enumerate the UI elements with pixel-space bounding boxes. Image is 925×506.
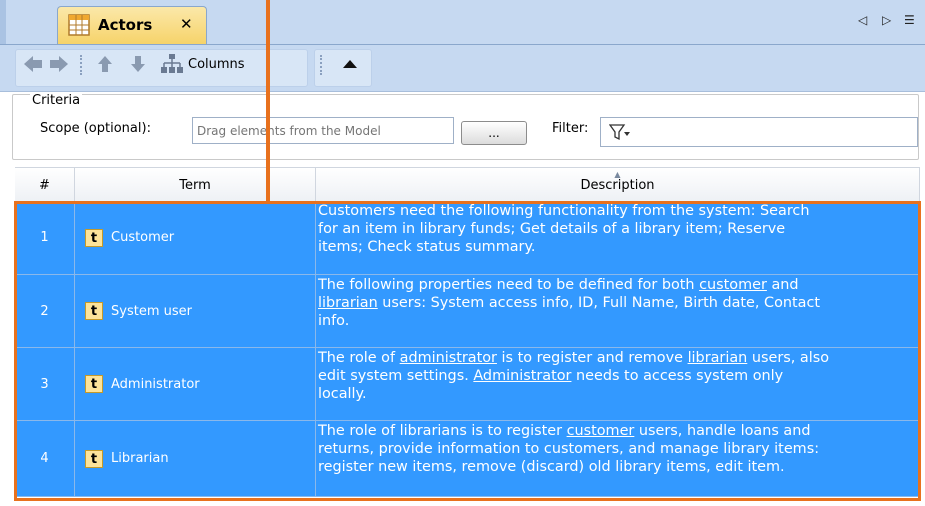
table-row[interactable]: 2 t System user The following properties… [15, 275, 920, 348]
criteria-legend: Criteria [30, 93, 83, 108]
close-icon[interactable]: ✕ [180, 15, 193, 33]
term-link[interactable]: customer [699, 277, 767, 293]
description-cell[interactable]: The following properties need to be defi… [316, 275, 920, 348]
description-text: The following properties need to be defi… [318, 277, 700, 293]
toolbar-separator [320, 55, 324, 75]
table-row[interactable]: 1 t Customer Customers need the followin… [15, 201, 920, 275]
description-text: and [771, 277, 799, 293]
tab-next-icon[interactable]: ▷ [882, 13, 891, 27]
term-icon: t [85, 375, 103, 393]
term-label: System user [111, 303, 192, 319]
tab-actors[interactable]: Actors ✕ [57, 6, 207, 44]
toolbar: Columns [0, 45, 925, 92]
term-link[interactable]: customer [567, 423, 635, 439]
term-cell[interactable]: t Librarian [75, 421, 316, 497]
table-row[interactable]: 3 t Administrator The role of administra… [15, 348, 920, 421]
callout-pointer-line [266, 0, 270, 203]
column-header-term[interactable]: Term [75, 168, 316, 201]
term-label: Librarian [111, 451, 169, 466]
description-text: The role of [318, 350, 400, 366]
description-cell[interactable]: The role of librarians is to register cu… [316, 421, 920, 497]
column-header-number[interactable]: # [15, 168, 75, 201]
term-link[interactable]: Administrator [473, 368, 571, 384]
row-number: 4 [15, 421, 75, 497]
move-down-icon[interactable] [128, 53, 148, 75]
collapse-icon[interactable] [340, 53, 360, 75]
column-header-description-label: Description [580, 178, 655, 193]
move-up-icon[interactable] [95, 53, 115, 75]
filter-funnel-icon[interactable] [609, 123, 631, 141]
term-cell[interactable]: t Customer [75, 201, 316, 275]
term-label: Customer [111, 230, 175, 245]
table-editor-window: Actors ✕ ◁ ▷ ☰ Columns Criteria Scope (o… [0, 0, 925, 506]
term-icon: t [85, 228, 103, 247]
term-link[interactable]: librarian [688, 350, 748, 366]
tab-title: Actors [98, 16, 153, 34]
row-number: 2 [15, 275, 75, 348]
table-grid-icon [68, 14, 90, 36]
description-text: is to register and remove [496, 350, 688, 366]
forward-arrow-icon[interactable] [48, 53, 70, 75]
column-header-description[interactable]: ▲ Description [316, 168, 920, 201]
table-header: # Term ▲ Description [15, 167, 920, 202]
term-icon: t [85, 449, 103, 468]
tab-menu-icon[interactable]: ☰ [904, 13, 915, 27]
tab-strip-edge [0, 0, 6, 44]
description-cell[interactable]: Customers need the following functionali… [316, 201, 920, 275]
scope-label: Scope (optional): [40, 121, 151, 136]
description-text: users: System access info, ID, Full Name… [318, 295, 821, 329]
term-label: Administrator [111, 376, 200, 392]
filter-input[interactable] [600, 117, 918, 147]
term-icon: t [85, 302, 103, 320]
description-cell[interactable]: The role of administrator is to register… [316, 348, 920, 421]
term-link[interactable]: librarian [318, 295, 378, 311]
tab-strip: Actors ✕ ◁ ▷ ☰ [0, 0, 925, 45]
sort-ascending-icon: ▲ [614, 170, 621, 179]
table-row[interactable]: 4 t Librarian The role of librarians is … [15, 421, 920, 497]
columns-button[interactable]: Columns [160, 53, 308, 75]
toolbar-separator [80, 55, 84, 75]
columns-icon [161, 54, 183, 73]
row-number: 3 [15, 348, 75, 421]
term-cell[interactable]: t System user [75, 275, 316, 348]
columns-label: Columns [188, 56, 245, 72]
description-text: The role of librarians is to register [318, 423, 567, 439]
scope-input[interactable] [192, 117, 454, 144]
browse-button[interactable]: ... [461, 121, 527, 145]
back-arrow-icon[interactable] [22, 53, 44, 75]
term-link[interactable]: administrator [400, 350, 497, 366]
filter-label: Filter: [552, 121, 589, 136]
row-number: 1 [15, 201, 75, 275]
tab-prev-icon[interactable]: ◁ [858, 13, 867, 27]
term-cell[interactable]: t Administrator [75, 348, 316, 421]
